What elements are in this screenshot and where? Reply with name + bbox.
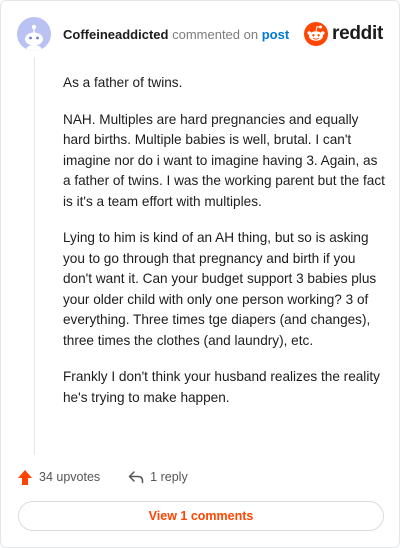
comment-header: Coffeineaddicted commented on post reddi… bbox=[17, 17, 383, 51]
reply-arrow-icon bbox=[128, 471, 144, 484]
upvote-arrow-icon bbox=[18, 469, 32, 485]
upvote-button[interactable]: 34 upvotes bbox=[17, 469, 100, 486]
comment-paragraph: Lying to him is kind of an AH thing, but… bbox=[63, 230, 377, 348]
reddit-brand[interactable]: reddit bbox=[304, 22, 383, 46]
upvote-count: 34 upvotes bbox=[39, 470, 101, 484]
comment-paragraph: NAH. Multiples are hard pregnancies and … bbox=[63, 111, 385, 209]
comment-paragraph: Frankly I don't think your husband reali… bbox=[63, 369, 380, 405]
comment-body: As a father of twins. NAH. Multiples are… bbox=[63, 73, 385, 424]
thread-line[interactable] bbox=[34, 57, 35, 455]
user-avatar-icon[interactable] bbox=[17, 17, 51, 51]
comment-card: Coffeineaddicted commented on post reddi… bbox=[0, 0, 400, 548]
username-link[interactable]: Coffeineaddicted bbox=[63, 27, 168, 42]
comment-actions: 34 upvotes 1 reply bbox=[17, 467, 188, 487]
action-text: commented on bbox=[172, 26, 259, 42]
byline: Coffeineaddicted commented on post bbox=[63, 27, 289, 42]
post-link[interactable]: post bbox=[262, 27, 289, 42]
reddit-wordmark: reddit bbox=[332, 23, 383, 44]
comment-paragraph: As a father of twins. bbox=[63, 75, 183, 90]
reddit-snoo-logo-icon bbox=[304, 22, 329, 46]
reply-count: 1 reply bbox=[150, 470, 188, 484]
view-comments-button[interactable]: View 1 comments bbox=[18, 501, 384, 531]
reply-button[interactable]: 1 reply bbox=[128, 470, 188, 484]
